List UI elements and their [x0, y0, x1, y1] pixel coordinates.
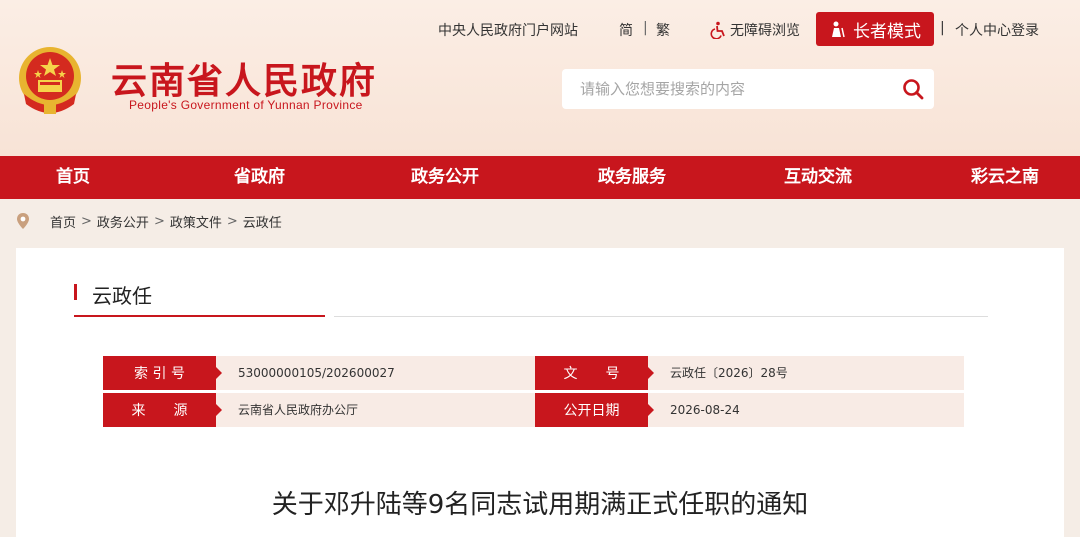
login-separator: | [940, 20, 945, 36]
section-underline-accent [74, 315, 325, 317]
section-underline [334, 316, 988, 317]
search-input[interactable] [580, 78, 880, 100]
document-title: 关于邓升陆等9名同志试用期满正式任职的通知 [271, 490, 809, 520]
nav-item-home[interactable]: 首页 [56, 156, 90, 199]
nav-item-interaction[interactable]: 互动交流 [784, 156, 852, 199]
index-number-label: 索 引 号 [103, 356, 222, 390]
info-row-1: 索 引 号 53000000105/202600027 文 号 云政任〔2026… [103, 356, 964, 390]
national-emblem-icon[interactable] [14, 42, 86, 118]
breadcrumb-disclosure[interactable]: 政务公开 [97, 212, 149, 231]
accessibility-link[interactable]: 无障碍浏览 [710, 20, 800, 40]
simplified-chinese-link[interactable]: 简 [619, 20, 633, 40]
nav-item-colorful-yunnan[interactable]: 彩云之南 [971, 156, 1039, 199]
central-portal-link[interactable]: 中央人民政府门户网站 [438, 20, 578, 40]
document-number-value: 云政任〔2026〕28号 [670, 366, 788, 380]
elder-mode-label: 长者模式 [853, 21, 921, 42]
location-pin-icon [17, 213, 29, 229]
breadcrumb-home[interactable]: 首页 [50, 212, 76, 231]
nav-item-government-services[interactable]: 政务服务 [598, 156, 666, 199]
breadcrumb: 首页 > 政务公开 > 政策文件 > 云政任 [14, 211, 282, 231]
publish-date-label: 公开日期 [535, 393, 654, 427]
main-nav: 首页 省政府 政务公开 政务服务 互动交流 彩云之南 [0, 156, 1080, 199]
search-icon[interactable] [902, 78, 924, 100]
breadcrumb-separator: > [226, 213, 238, 229]
breadcrumb-policy-documents[interactable]: 政策文件 [170, 212, 222, 231]
source-label: 来 源 [103, 393, 222, 427]
wheelchair-icon [710, 21, 725, 39]
publish-date-value: 2026-08-24 [670, 403, 740, 417]
site-title[interactable]: 云南省人民政府 [111, 52, 377, 104]
search-box [562, 69, 934, 109]
info-row-2: 来 源 云南省人民政府办公厅 公开日期 2026-08-24 [103, 393, 964, 427]
source-value: 云南省人民政府办公厅 [238, 403, 359, 417]
lang-separator: | [643, 20, 648, 36]
site-header: 云南省人民政府 People's Government of Yunnan Pr… [0, 0, 1080, 156]
elder-mode-button[interactable]: 长者模式 [816, 12, 934, 46]
breadcrumb-separator: > [153, 213, 165, 229]
nav-item-provincial-government[interactable]: 省政府 [234, 156, 285, 199]
accessibility-label: 无障碍浏览 [730, 23, 800, 39]
breadcrumb-current[interactable]: 云政任 [243, 212, 282, 231]
section-title-marker [74, 284, 77, 300]
section-title: 云政任 [92, 284, 152, 308]
index-number-value: 53000000105/202600027 [238, 366, 395, 380]
personal-center-login-link[interactable]: 个人中心登录 [955, 20, 1039, 40]
traditional-chinese-link[interactable]: 繁 [656, 20, 670, 40]
elder-icon [832, 21, 845, 38]
site-subtitle: People's Government of Yunnan Province [129, 98, 363, 112]
document-number-label: 文 号 [535, 356, 654, 390]
nav-item-government-affairs-disclosure[interactable]: 政务公开 [411, 156, 479, 199]
breadcrumb-separator: > [81, 213, 92, 229]
